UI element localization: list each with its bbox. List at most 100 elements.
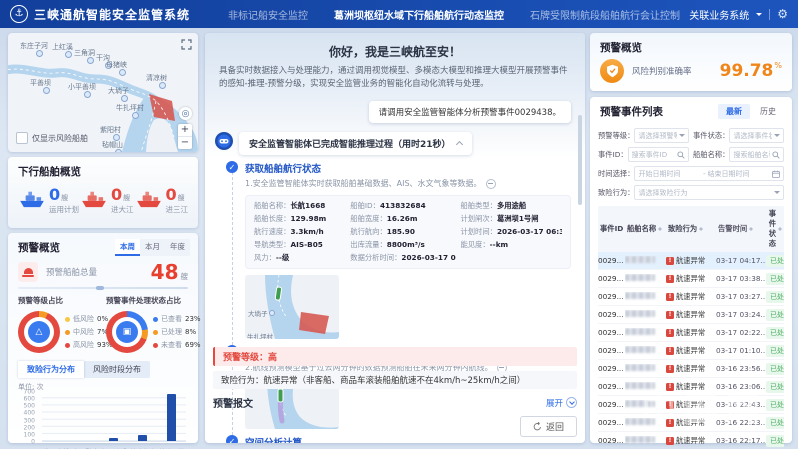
risk-only-checkbox[interactable] bbox=[16, 132, 28, 144]
column-header-3[interactable]: 告警时间 bbox=[718, 224, 768, 234]
column-header-2[interactable]: 致险行为 bbox=[668, 224, 718, 234]
legend-dot bbox=[153, 330, 158, 335]
period-tab-0[interactable]: 本周 bbox=[115, 239, 140, 256]
vessel-data-card: 船舶名称：长航1668船舶ID：413832684船舶类型：多用途船船舶长度：1… bbox=[245, 195, 571, 269]
expand-report-link[interactable]: 展开 bbox=[546, 397, 577, 409]
vessel-count: 0 bbox=[166, 185, 177, 204]
vessel-field: 船舶宽度：16.26m bbox=[350, 214, 456, 224]
table-row-3[interactable]: 0029...!航速异常03-17 03:24...已处理 bbox=[598, 306, 784, 324]
field-value: 2026-03-17 06:30:00 bbox=[497, 227, 562, 236]
period-tab-1[interactable]: 本月 bbox=[140, 239, 165, 256]
map-place-label: 东庄子河 bbox=[20, 41, 48, 51]
behavior-filter-select[interactable]: 请选择致险行为 bbox=[634, 185, 784, 200]
gear-icon[interactable]: ⚙ bbox=[777, 7, 788, 21]
vessel-field: 航行速度：3.3km/h bbox=[254, 227, 346, 237]
speed-abnormal-icon: ! bbox=[666, 275, 674, 283]
table-row-10[interactable]: 0029...!航速异常03-16 22:17...已处理 bbox=[598, 432, 784, 449]
status-badge: 已处理 bbox=[766, 327, 784, 339]
event-id-search-input[interactable]: 搜索事件ID bbox=[628, 147, 689, 162]
table-row-0[interactable]: 0029...!航速异常03-17 04:17...已处理 bbox=[598, 252, 784, 270]
scrollbar[interactable] bbox=[578, 115, 582, 205]
zoom-in-button[interactable]: + bbox=[178, 124, 192, 136]
redacted-ship-name bbox=[625, 382, 655, 389]
expand-chevron-icon bbox=[566, 397, 577, 408]
status-badge: 已处理 bbox=[766, 381, 784, 393]
vessel-unit: 艘 bbox=[123, 193, 130, 203]
chevron-down-icon bbox=[756, 13, 762, 19]
legend-value: 8% bbox=[185, 328, 196, 336]
period-tab-2[interactable]: 年度 bbox=[165, 239, 190, 256]
anchor-logo-icon: ⚓ bbox=[10, 5, 28, 23]
y-tick-label: 700 bbox=[24, 389, 35, 396]
bar-slot bbox=[157, 394, 186, 441]
chevron-down-icon bbox=[774, 134, 780, 140]
nav-item-1[interactable]: 葛洲坝枢纽水域下行船舶航行动态监控 bbox=[334, 7, 504, 22]
table-row-7[interactable]: 0029...!航速异常03-16 23:06...已处理 bbox=[598, 378, 784, 396]
status-cell: 已处理 bbox=[766, 435, 784, 447]
agent-result-header[interactable]: 安全监管智能体已完成智能推理过程（用时21秒） bbox=[239, 132, 472, 155]
collapse-icon[interactable] bbox=[486, 179, 496, 189]
risk-only-filter: 仅显示风险船舶 bbox=[16, 132, 88, 144]
business-system-menu[interactable]: 关联业务系统 bbox=[689, 7, 749, 22]
vessel-count: 0 bbox=[49, 185, 60, 204]
risk-behavior-banner: 致险行为：航速异常（非客船、商品车滚装船舶航速不在4km/h~25km/h之间） bbox=[213, 371, 577, 389]
warning-level-banner: 预警等级：高 bbox=[213, 347, 577, 366]
column-header-1[interactable]: 船舶名称 bbox=[627, 224, 668, 234]
speed-abnormal-icon: ! bbox=[666, 383, 674, 391]
field-value: 129.98m bbox=[290, 214, 326, 223]
ship-name-cell bbox=[625, 418, 666, 427]
behavior-cell: !航速异常 bbox=[666, 436, 716, 446]
event-id-cell: 0029... bbox=[598, 436, 625, 445]
zoom-out-button[interactable]: − bbox=[178, 136, 192, 149]
legend-dot bbox=[65, 343, 70, 348]
time-range-picker[interactable]: 开始日期时间 - 结束日期时间 bbox=[634, 166, 784, 181]
legend-item: 未查看69% bbox=[153, 340, 201, 350]
field-label: 风力： bbox=[254, 253, 276, 262]
table-row-9[interactable]: 0029...!航速异常03-16 22:23...已处理 bbox=[598, 414, 784, 432]
redacted-ship-name bbox=[625, 400, 655, 407]
vessel-field: 出库流量：8800m³/s bbox=[350, 240, 456, 250]
field-value: --级 bbox=[276, 253, 289, 262]
table-row-1[interactable]: 0029...!航速异常03-17 03:38...已处理 bbox=[598, 270, 784, 288]
vessel-field: 计划闸次：葛洲坝1号闸 bbox=[460, 214, 562, 224]
field-value: --km bbox=[490, 240, 509, 249]
nav-item-2[interactable]: 石牌受限制航段船舶航行会让控制 bbox=[530, 7, 680, 22]
ship-name-search-input[interactable]: 搜索船舶名称 bbox=[729, 147, 784, 162]
sort-icon bbox=[658, 225, 662, 233]
status-donut-chart: ▣ bbox=[106, 311, 148, 353]
event-list-tab-0[interactable]: 最新 bbox=[718, 104, 750, 119]
back-button[interactable]: 返回 bbox=[520, 416, 577, 437]
field-label: 航行速度： bbox=[254, 227, 290, 236]
alarm-time-cell: 03-17 03:27... bbox=[716, 292, 766, 301]
table-row-5[interactable]: 0029...!航速异常03-17 01:10...已处理 bbox=[598, 342, 784, 360]
fullscreen-icon[interactable] bbox=[181, 39, 192, 50]
column-header-4[interactable]: 事件状态 bbox=[768, 209, 782, 249]
behavior-chart-tab-1[interactable]: 风险时段分布 bbox=[84, 361, 150, 378]
status-filter-select[interactable]: 请选择事件状态 bbox=[729, 128, 784, 143]
ship-name-cell bbox=[625, 292, 666, 301]
alarm-time-cell: 03-17 03:38... bbox=[716, 274, 766, 283]
field-value: 8800m³/s bbox=[387, 240, 425, 249]
behavior-cell: !航速异常 bbox=[666, 328, 716, 338]
legend-value: 69% bbox=[185, 341, 201, 349]
behavior-chart-tab-0[interactable]: 致险行为分布 bbox=[18, 361, 84, 378]
bar-slot bbox=[128, 435, 157, 441]
alarm-time-cell: 03-16 22:43... bbox=[716, 400, 766, 409]
table-row-6[interactable]: 0029...!航速异常03-16 23:56...已处理 bbox=[598, 360, 784, 378]
table-row-4[interactable]: 0029...!航速异常03-17 02:22...已处理 bbox=[598, 324, 784, 342]
table-row-2[interactable]: 0029...!航速异常03-17 03:27...已处理 bbox=[598, 288, 784, 306]
status-chart-block: 预警事件处理状态占比 ▣ 已查看23%已处理8%未查看69% bbox=[106, 295, 194, 353]
speed-abnormal-icon: ! bbox=[666, 401, 674, 409]
legend-label: 未查看 bbox=[161, 340, 182, 350]
speed-abnormal-icon: ! bbox=[666, 329, 674, 337]
locate-icon[interactable]: ◎ bbox=[179, 107, 192, 120]
field-label: 船舶长度： bbox=[254, 214, 290, 223]
event-list-tab-1[interactable]: 历史 bbox=[752, 104, 784, 119]
chevron-down-icon bbox=[679, 134, 685, 140]
nav-item-0[interactable]: 非标记船安全监控 bbox=[228, 7, 308, 22]
brand: ⚓ 三峡通航智能安全监管系统 bbox=[10, 5, 190, 23]
level-filter-select[interactable]: 请选择预警等级 bbox=[634, 128, 689, 143]
ship-name-filter-label: 船舶名称： bbox=[693, 150, 729, 160]
table-row-8[interactable]: 0029...!航速异常03-16 22:43...已处理 bbox=[598, 396, 784, 414]
map-place-label: 大埫子 bbox=[248, 308, 268, 318]
